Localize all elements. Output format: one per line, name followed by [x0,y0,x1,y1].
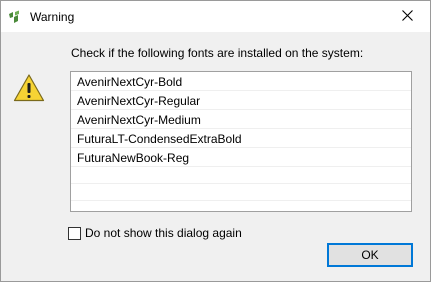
ok-button[interactable]: OK [327,243,413,267]
list-item-label: FuturaNewBook-Reg [77,151,190,165]
list-item-empty [71,167,411,184]
close-icon [402,8,413,26]
app-logo-icon [7,9,23,25]
list-item[interactable]: FuturaLT-CondensedExtraBold [71,129,411,148]
warning-icon [13,73,45,103]
dialog-message: Check if the following fonts are install… [71,46,364,60]
list-item[interactable]: AvenirNextCyr-Medium [71,110,411,129]
title-bar[interactable]: Warning [1,1,430,32]
dont-show-again-checkbox[interactable]: Do not show this dialog again [68,225,242,241]
list-item-label: FuturaLT-CondensedExtraBold [77,132,242,146]
list-item-label: AvenirNextCyr-Regular [77,94,201,108]
list-item-label: AvenirNextCyr-Medium [77,113,201,127]
list-item[interactable]: AvenirNextCyr-Regular [71,91,411,110]
checkbox-label[interactable]: Do not show this dialog again [85,226,242,240]
list-item[interactable]: FuturaNewBook-Reg [71,148,411,167]
list-item[interactable]: AvenirNextCyr-Bold [71,72,411,91]
warning-dialog: Warning Check if the following fonts are… [0,0,431,282]
close-button[interactable] [385,1,430,32]
fonts-listbox[interactable]: AvenirNextCyr-Bold AvenirNextCyr-Regular… [70,71,412,212]
list-item-empty [71,184,411,201]
list-item-label: AvenirNextCyr-Bold [77,75,183,89]
checkbox-box[interactable] [68,226,81,240]
window-title: Warning [30,10,75,24]
